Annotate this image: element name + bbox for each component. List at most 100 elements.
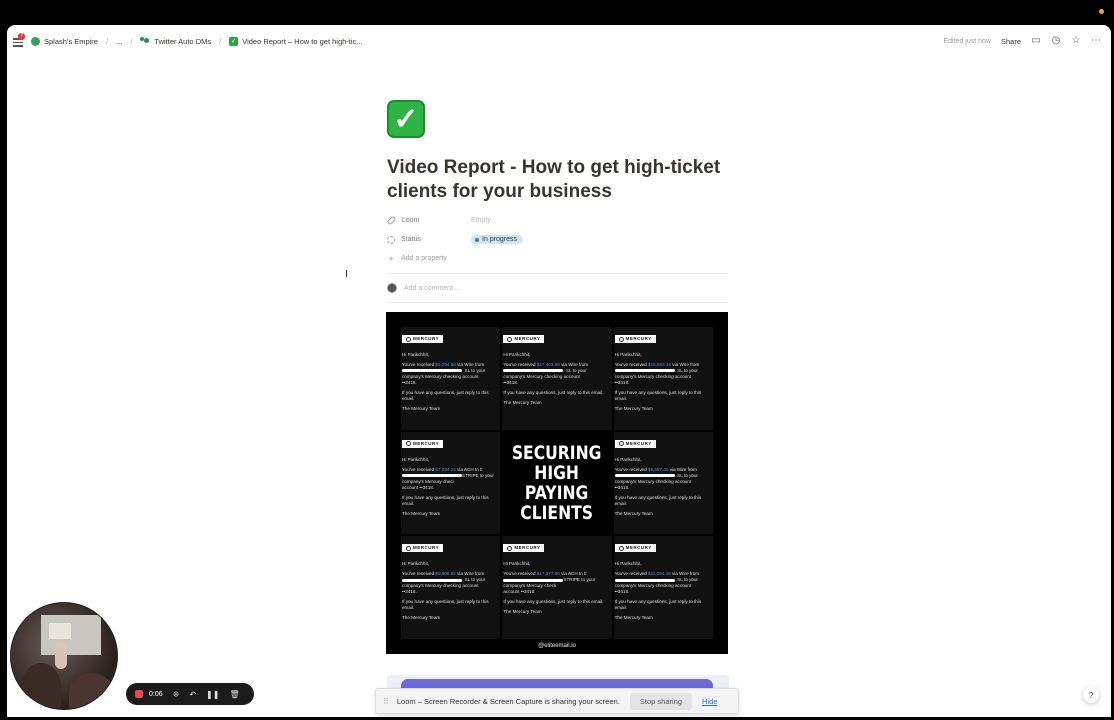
trash-icon[interactable]: 🗑	[229, 690, 239, 699]
email-card: MERCURY Hi Parikchhit, You've received $17…	[502, 327, 612, 430]
brand-label: MERCURY	[413, 440, 440, 446]
mercury-icon	[507, 336, 513, 342]
status-badge[interactable]: In progress	[471, 235, 524, 244]
stop-recording-button[interactable]	[135, 690, 143, 698]
recording-time: 0:06	[149, 690, 163, 698]
share-button[interactable]: Share	[1001, 37, 1021, 46]
email-greeting: Hi Parikchhit,	[402, 456, 430, 462]
email-text: . SL to your	[674, 472, 698, 478]
email-signature: The Mercury Team	[614, 510, 653, 516]
email-text: You've received	[614, 571, 647, 577]
grid-icon[interactable]: ⁜	[173, 690, 180, 699]
property-loom[interactable]: Loom Empty	[386, 211, 727, 230]
redaction-bar	[402, 578, 462, 582]
email-greeting: Hi Parikchhit,	[402, 561, 430, 567]
email-text: ••3418.	[614, 484, 630, 490]
breadcrumb-current-page[interactable]: Video Report – How to get high-tic...	[242, 37, 362, 46]
property-key: Status	[387, 235, 471, 244]
property-key: Loom	[386, 215, 471, 226]
email-text: company's Mercury checking account	[503, 374, 580, 379]
email-signature: The Mercury Team	[402, 406, 441, 411]
email-greeting: Hi Parikchhit,	[503, 352, 531, 357]
email-signature: The Mercury Team	[503, 609, 542, 615]
email-amount: $5,557.40	[648, 466, 669, 472]
email-text: . SL to your	[674, 368, 698, 373]
mercury-icon	[406, 441, 411, 447]
mercury-logo: MERCURY	[402, 335, 444, 343]
topbar: 7 Splash's Empire / ... / Twitter Auto D…	[7, 25, 1111, 57]
breadcrumb-separator: /	[130, 36, 133, 46]
pause-icon[interactable]: ❚❚	[206, 690, 219, 699]
mercury-icon	[618, 545, 624, 551]
comment-input[interactable]: Add a comment...	[387, 283, 459, 293]
mercury-icon	[618, 336, 624, 342]
sidebar-menu-icon[interactable]: 7	[13, 33, 26, 47]
email-signature: The Mercury Team	[503, 400, 542, 405]
mercury-logo: MERCURY	[503, 335, 545, 343]
mercury-icon	[406, 545, 411, 551]
email-signature: The Mercury Team	[402, 510, 441, 516]
email-text: . SL to your	[674, 577, 698, 583]
email-text: . SL to your	[462, 368, 486, 373]
email-body: You've received $15,883.36 via Wire from…	[614, 362, 711, 386]
undo-icon[interactable]: ↶	[189, 690, 196, 699]
stop-sharing-button[interactable]: Stop sharing	[629, 692, 693, 710]
email-greeting: Hi Parikchhit,	[614, 561, 642, 567]
email-question: If you have any questions, just reply to…	[614, 390, 702, 401]
page-title[interactable]: Video Report - How to get high-ticket cl…	[387, 156, 747, 204]
email-question: If you have any questions, just reply to…	[614, 599, 702, 611]
star-icon[interactable]: ☆	[1071, 36, 1081, 46]
notion-window: 7 Splash's Empire / ... / Twitter Auto D…	[7, 25, 1111, 717]
brand-label: MERCURY	[413, 545, 440, 551]
comment-icon[interactable]: ▭	[1031, 36, 1041, 46]
hide-link[interactable]: Hide	[702, 697, 717, 706]
breadcrumb-separator: /	[105, 36, 109, 46]
email-greeting: Hi Parikchhit,	[614, 456, 642, 462]
more-icon[interactable]: ⋯	[1091, 36, 1101, 46]
breadcrumb-workspace[interactable]: Splash's Empire	[44, 37, 98, 46]
properties: Loom Empty Status In progress + Add a pr…	[386, 211, 727, 268]
help-button[interactable]: ?	[1083, 687, 1099, 703]
mercury-logo: MERCURY	[402, 439, 444, 448]
email-text: company's Mercury checking account	[614, 583, 692, 589]
property-status[interactable]: Status In progress	[387, 230, 727, 249]
add-property-label: Add a property	[401, 255, 447, 262]
avatar	[387, 283, 397, 293]
email-text: company's Mercury checking account	[614, 478, 692, 484]
webcam-person	[21, 663, 61, 709]
divider	[387, 302, 728, 303]
property-value-empty[interactable]: Empty	[471, 217, 491, 224]
status-dot-icon	[475, 237, 479, 242]
email-card: MERCURY Hi Parikchhit, You've received $5,…	[613, 431, 713, 535]
breadcrumb-ellipsis[interactable]: ...	[116, 37, 122, 46]
email-signature: The Mercury Team	[614, 406, 653, 411]
breadcrumb-twitter-auto-dms[interactable]: Twitter Auto DMs	[154, 37, 211, 46]
drag-handle-icon[interactable]: ⠿	[383, 697, 389, 706]
email-signature: The Mercury Team	[614, 615, 653, 621]
webcam-person	[55, 641, 67, 669]
email-text: company's Mercury checking account	[614, 374, 692, 379]
history-icon[interactable]: ◷	[1051, 36, 1061, 46]
webcam-monitor	[49, 623, 71, 639]
webcam-bubble[interactable]	[10, 602, 118, 710]
email-greeting: Hi Parikchhit,	[503, 561, 531, 567]
email-amount: $9,908.82	[435, 571, 456, 577]
email-question: If you have any questions, just reply to…	[402, 494, 489, 506]
page-emoji-checkmark-icon[interactable]: ✓	[387, 100, 425, 138]
email-amount: $11,094.48	[648, 571, 671, 577]
redaction-bar	[614, 369, 675, 373]
link-icon	[386, 215, 397, 226]
mercury-logo: MERCURY	[614, 439, 656, 448]
headline-line: HIGH	[534, 461, 580, 484]
email-amount: $15,883.36	[648, 362, 672, 367]
email-text: via ACH In fr	[561, 571, 587, 577]
text-cursor-icon: I	[345, 269, 348, 280]
add-property-button[interactable]: + Add a property	[387, 249, 727, 268]
brand-label: MERCURY	[625, 545, 652, 551]
email-body: You've received $7,094.24 via ACH In fr S…	[402, 467, 498, 491]
email-text: You've received	[402, 362, 435, 367]
embedded-image[interactable]: MERCURY Hi Parikchhit, You've received $9,…	[386, 312, 728, 654]
email-card: MERCURY Hi Parikchhit, You've received $9,…	[401, 327, 501, 430]
email-text: You've received	[402, 571, 435, 577]
email-text: You've received	[503, 571, 536, 577]
